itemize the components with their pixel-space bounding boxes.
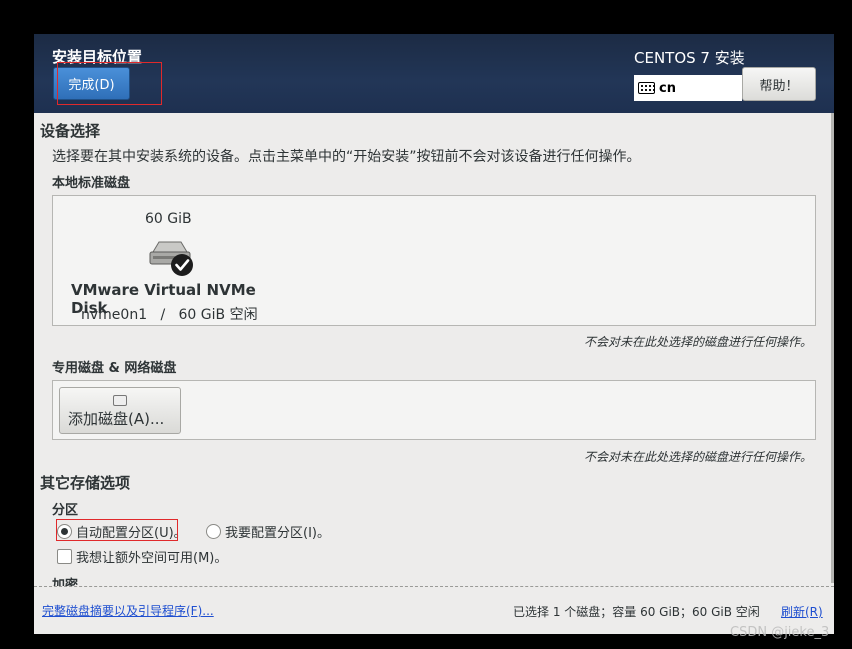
disk-add-icon xyxy=(113,395,127,406)
installer-window: 安装目标位置 完成(D) CENTOS 7 安装 cn 帮助！ 设备选择 选择要… xyxy=(34,34,834,634)
help-button[interactable]: 帮助！ xyxy=(742,67,816,101)
manual-partition-option[interactable]: 我要配置分区(I)。 xyxy=(206,522,330,541)
device-selection-description: 选择要在其中安装系统的设备。点击主菜单中的“开始安装”按钮前不会对该设备进行任何… xyxy=(52,149,641,165)
extra-space-label: 我想让额外空间可用(M)。 xyxy=(76,551,228,566)
device-selection-title: 设备选择 xyxy=(40,122,101,140)
manual-partition-label: 我要配置分区(I)。 xyxy=(225,526,330,541)
local-disks-panel: 60 GiB VMware Virtual NVMe Disk nvme0n1 … xyxy=(52,195,816,326)
special-disks-note: 不会对未在此处选择的磁盘进行任何操作。 xyxy=(583,450,812,464)
other-storage-title: 其它存储选项 xyxy=(40,474,131,492)
scrollbar[interactable] xyxy=(831,113,834,583)
highlight-box-auto-partition xyxy=(56,519,178,541)
product-title: CENTOS 7 安装 xyxy=(634,49,745,67)
disk-summary-link[interactable]: 完整磁盘摘要以及引导程序(F)... xyxy=(42,602,214,619)
keyboard-layout-label: cn xyxy=(659,80,676,96)
add-disk-label: 添加磁盘(A)... xyxy=(68,410,165,428)
refresh-link[interactable]: 刷新(R) xyxy=(781,603,823,620)
hard-disk-selected-icon xyxy=(149,241,193,276)
add-disk-button[interactable]: 添加磁盘(A)... xyxy=(59,387,181,434)
disk-size: 60 GiB xyxy=(145,211,192,227)
highlight-box-done xyxy=(57,62,162,105)
disk-tile[interactable]: 60 GiB VMware Virtual NVMe Disk nvme0n1 … xyxy=(59,200,265,323)
special-disks-title: 专用磁盘 & 网络磁盘 xyxy=(52,361,177,376)
header-bar: 安装目标位置 完成(D) CENTOS 7 安装 cn 帮助！ xyxy=(34,34,834,113)
extra-space-option[interactable]: 我想让额外空间可用(M)。 xyxy=(57,547,227,566)
extra-space-checkbox[interactable] xyxy=(57,549,72,564)
watermark: CSDN @jieke_3 xyxy=(730,625,830,640)
selection-status: 已选择 1 个磁盘；容量 60 GiB；60 GiB 空闲 xyxy=(513,605,760,619)
manual-partition-radio[interactable] xyxy=(206,524,221,539)
keyboard-icon xyxy=(638,82,655,94)
local-disks-title: 本地标准磁盘 xyxy=(52,176,131,191)
partition-title: 分区 xyxy=(52,503,79,518)
disk-info: nvme0n1 / 60 GiB 空闲 xyxy=(81,307,258,323)
local-disks-note: 不会对未在此处选择的磁盘进行任何操作。 xyxy=(583,335,812,349)
special-disks-panel: 添加磁盘(A)... xyxy=(52,380,816,440)
keyboard-layout-indicator[interactable]: cn xyxy=(634,75,742,101)
